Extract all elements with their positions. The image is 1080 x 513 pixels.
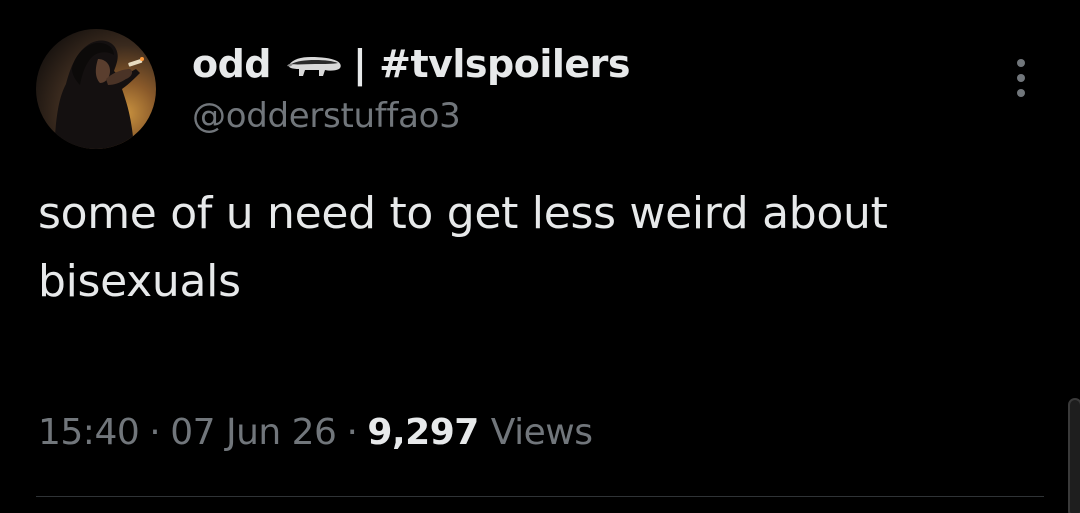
more-options-icon[interactable] xyxy=(1008,56,1034,100)
user-handle[interactable]: @odderstuffao3 xyxy=(192,96,461,136)
tweet-time[interactable]: 15:40 xyxy=(38,412,140,453)
avatar-photo xyxy=(54,40,144,149)
tweet-text: some of u need to get less weird about b… xyxy=(38,188,888,307)
separator: · xyxy=(346,411,358,453)
separator: · xyxy=(149,411,161,453)
tweet-meta: 15:40 · 07 Jun 26 · 9,297 Views xyxy=(38,404,593,460)
tweet-date[interactable]: 07 Jun 26 xyxy=(170,412,337,453)
badger-icon xyxy=(285,49,343,79)
avatar[interactable] xyxy=(36,29,156,149)
display-name[interactable]: odd xyxy=(192,42,272,86)
views-label: Views xyxy=(490,411,593,453)
scrollbar-handle[interactable] xyxy=(1068,398,1080,513)
divider xyxy=(36,496,1044,497)
author-name-row[interactable]: odd | #tvlspoilers xyxy=(192,36,631,92)
display-name-suffix[interactable]: | #tvlspoilers xyxy=(353,42,631,86)
views-count[interactable]: 9,297 xyxy=(367,412,479,453)
tweet-card[interactable]: odd | #tvlspoilers @odderstuffao3 some o… xyxy=(0,0,1080,513)
